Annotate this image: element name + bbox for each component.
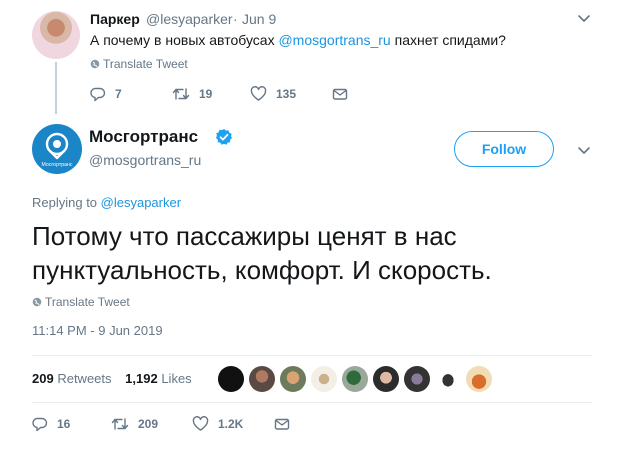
parent-author-name[interactable]: Паркер [90,11,140,27]
retweet-count: 19 [199,87,213,101]
liker-avatar[interactable] [280,366,306,392]
mosgortrans-avatar[interactable]: Мосгортранс [32,124,82,174]
liker-avatar[interactable] [249,366,275,392]
like-count: 135 [276,87,297,101]
liker-avatar[interactable] [373,366,399,392]
retweet-icon [111,418,129,430]
liker-avatar[interactable] [404,366,430,392]
retweet-button[interactable]: 209 [111,416,158,432]
parent-translate-link[interactable]: Translate Tweet [90,57,188,71]
main-author-handle[interactable]: @mosgortrans_ru [89,152,201,168]
liker-avatar[interactable] [311,366,337,392]
retweets-stat[interactable]: 209 Retweets [32,371,112,386]
replying-to-handle-link[interactable]: @lesyaparker [101,195,181,210]
like-button[interactable]: 135 [250,86,296,102]
direct-message-button[interactable] [332,86,357,102]
follow-button[interactable]: Follow [454,131,554,167]
retweet-button[interactable]: 19 [172,86,212,102]
retweet-count: 209 [138,417,159,431]
mention-link[interactable]: @mosgortrans_ru [278,32,390,48]
parent-tweet-text: А почему в новых автобусах @mosgortrans_… [90,32,506,48]
replying-to-line: Replying to @lesyaparker [32,195,182,210]
thread-connector-line [55,62,57,114]
parent-author-handle[interactable]: @lesyaparker [146,11,233,27]
globe-icon [32,297,42,307]
reply-icon [32,417,48,432]
like-count: 1.2K [218,417,244,431]
globe-icon [90,59,100,69]
reply-button[interactable]: 7 [90,86,122,102]
envelope-icon [332,88,348,100]
verified-badge-icon [216,129,232,145]
main-tweet-text: Потому что пассажиры ценят в нас пунктуа… [32,221,492,285]
mosgortrans-logo-icon: Мосгортранс [42,132,73,168]
main-translate-link[interactable]: Translate Tweet [32,295,130,309]
svg-text:Мосгортранс: Мосгортранс [42,162,73,168]
heart-icon [250,86,267,101]
direct-message-button[interactable] [274,416,299,432]
parent-tweet-date[interactable]: Jun 9 [242,11,276,27]
reply-count: 7 [115,87,122,101]
parker-avatar[interactable] [32,11,80,59]
liker-avatar[interactable] [342,366,368,392]
divider [32,402,592,403]
tweet-timestamp[interactable]: 11:14 PM - 9 Jun 2019 [32,323,163,338]
reply-count: 16 [57,417,71,431]
chevron-down-icon[interactable] [576,142,592,158]
main-author-name[interactable]: Мосгортранс [89,127,198,147]
tweet-stats: 209 Retweets 1,192 Likes [32,371,192,386]
divider [32,355,592,356]
reply-button[interactable]: 16 [32,416,70,432]
liker-avatar[interactable] [466,366,492,392]
retweet-icon [172,88,190,100]
liker-avatar[interactable] [435,366,461,392]
likes-stat[interactable]: 1,192 Likes [125,371,192,386]
envelope-icon [274,418,290,430]
like-button[interactable]: 1.2K [192,416,243,432]
chevron-down-icon[interactable] [576,10,592,26]
parent-date-separator: · [233,11,238,27]
reply-icon [90,87,106,102]
heart-icon [192,416,209,431]
liker-avatar[interactable] [218,366,244,392]
